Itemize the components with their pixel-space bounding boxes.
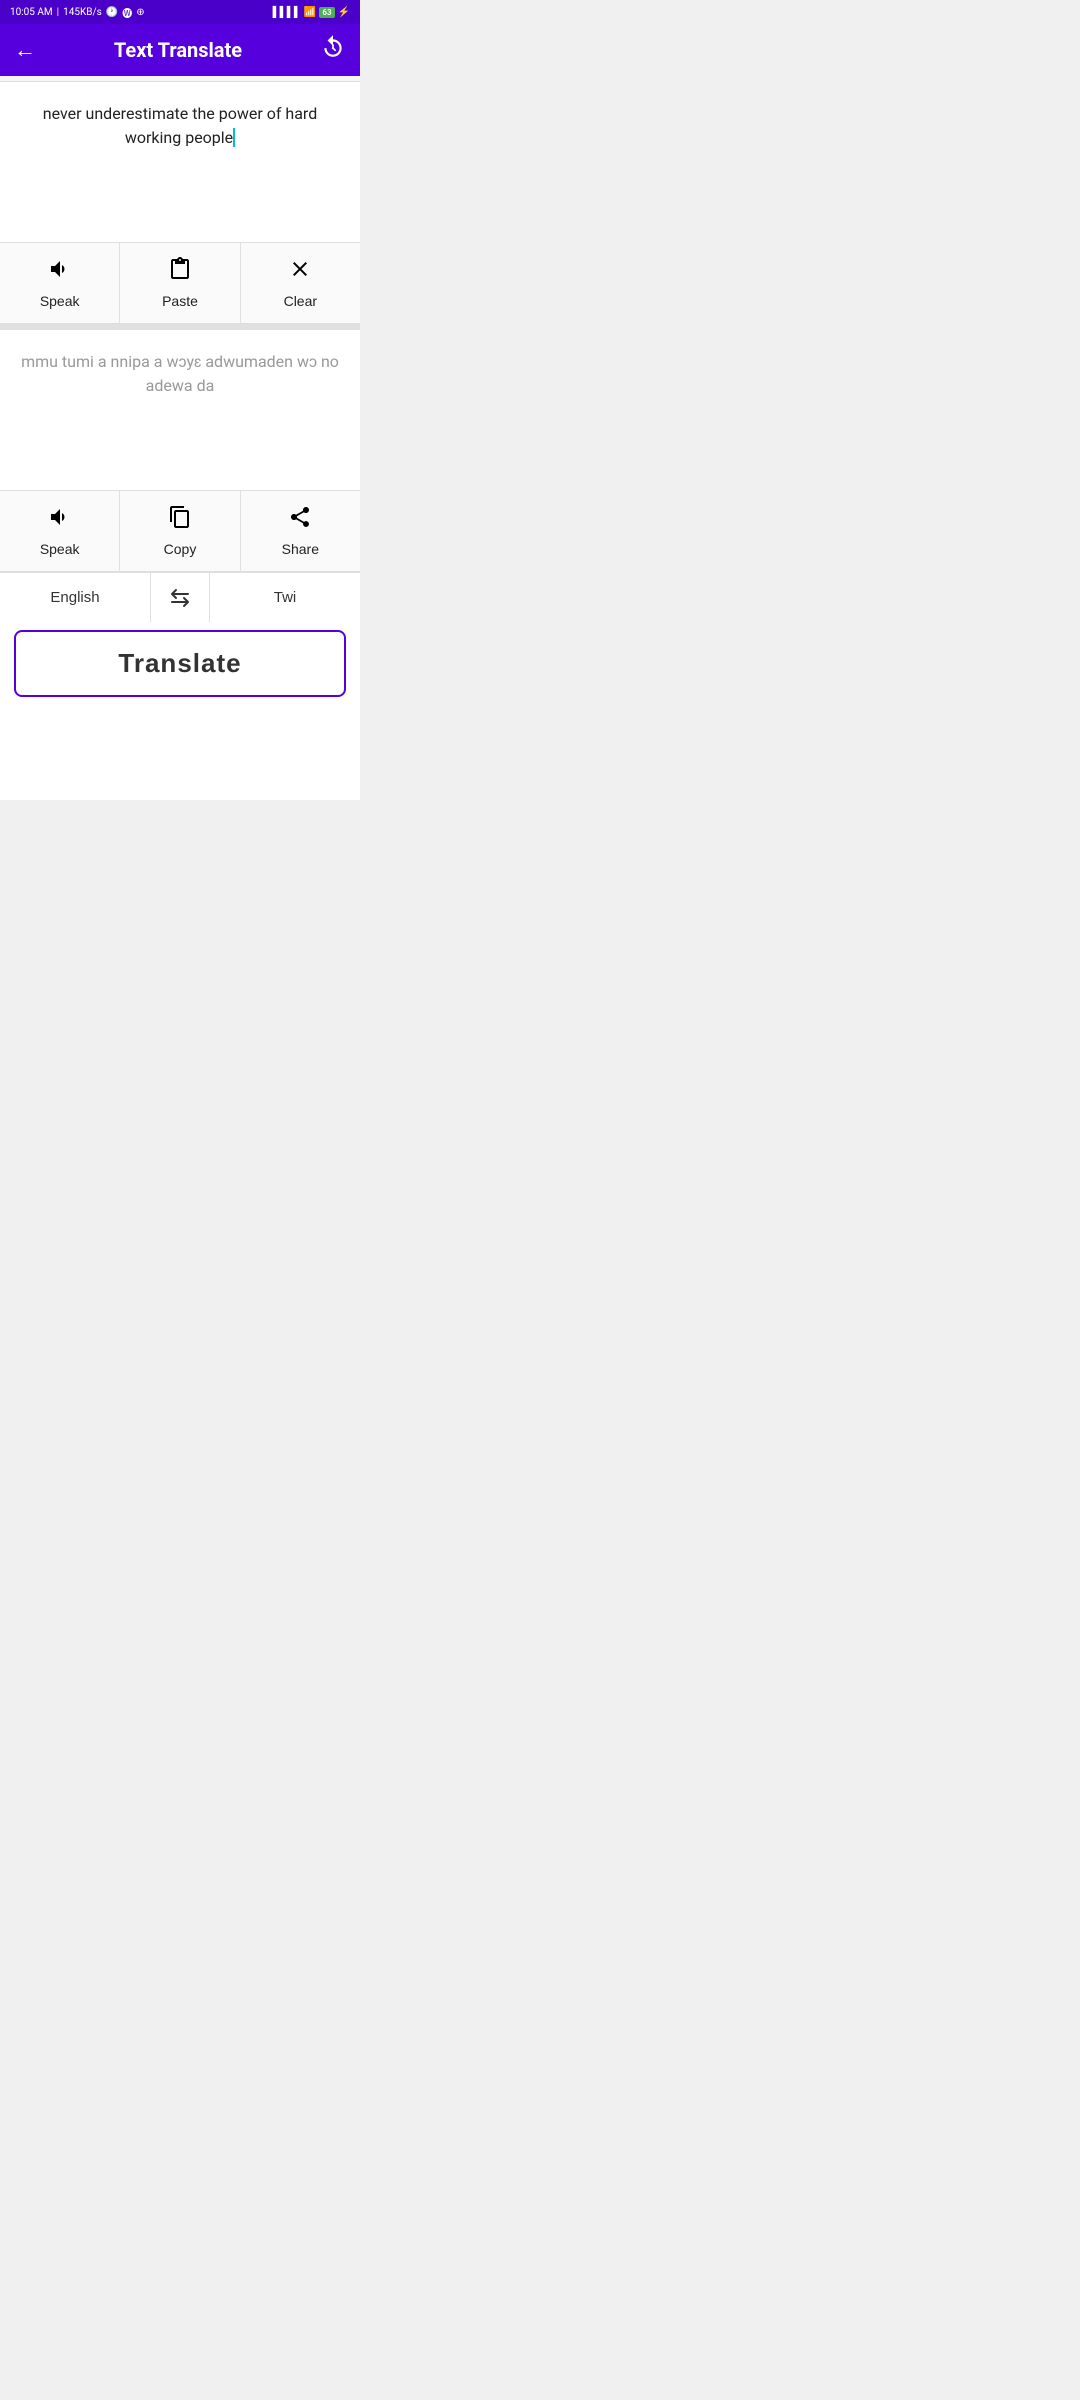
language-bar: English Twi	[0, 572, 360, 622]
paste-label: Paste	[162, 293, 198, 309]
share-icon	[288, 505, 312, 535]
target-language-label: Twi	[274, 589, 297, 606]
swap-languages-button[interactable]	[150, 573, 210, 622]
speak-target-button[interactable]: Speak	[0, 491, 120, 571]
speak-target-icon	[48, 505, 72, 535]
alarm-icon: 🕐	[106, 7, 118, 18]
charging-icon: ⚡	[338, 7, 350, 18]
copy-button[interactable]: Copy	[120, 491, 240, 571]
translate-button-label: Translate	[118, 648, 241, 678]
input-section: never underestimate the power of hard wo…	[0, 82, 360, 324]
source-language-button[interactable]: English	[0, 573, 150, 622]
speak-target-label: Speak	[40, 541, 80, 557]
paste-icon	[168, 257, 192, 287]
battery-level: 63	[319, 7, 334, 18]
speak-source-label: Speak	[40, 293, 80, 309]
source-language-label: English	[50, 589, 99, 606]
share-button[interactable]: Share	[241, 491, 360, 571]
source-text-area[interactable]: never underestimate the power of hard wo…	[0, 82, 360, 242]
output-section: mmu tumi a nnipa a wɔyɛ adwumaden wɔ no …	[0, 330, 360, 572]
status-time: 10:05 AM	[10, 7, 53, 18]
target-text-area: mmu tumi a nnipa a wɔyɛ adwumaden wɔ no …	[0, 330, 360, 490]
translate-btn-container: Translate	[0, 622, 360, 705]
output-action-buttons: Speak Copy Share	[0, 490, 360, 571]
status-data-speed: 145KB/s	[63, 7, 102, 18]
source-text: never underestimate the power of hard wo…	[43, 104, 317, 147]
history-button[interactable]	[320, 34, 346, 66]
copy-label: Copy	[164, 541, 197, 557]
text-cursor	[233, 128, 235, 147]
app-bar: ← Text Translate	[0, 24, 360, 76]
page-title: Text Translate	[114, 38, 242, 62]
signal-icon: ▌▌▌▌	[273, 7, 301, 18]
paste-button[interactable]: Paste	[120, 243, 240, 323]
copy-icon	[168, 505, 192, 535]
clear-icon	[288, 257, 312, 287]
whatsapp-icon: 🅦	[122, 5, 132, 20]
status-separator: |	[57, 7, 59, 18]
vpn-icon: ⊕	[136, 7, 144, 18]
main-content: never underestimate the power of hard wo…	[0, 76, 360, 800]
input-action-buttons: Speak Paste Clear	[0, 242, 360, 323]
status-bar: 10:05 AM | 145KB/s 🕐 🅦 ⊕ ▌▌▌▌ 📶 63 ⚡	[0, 0, 360, 24]
status-left: 10:05 AM | 145KB/s 🕐 🅦 ⊕	[10, 5, 145, 20]
translate-button[interactable]: Translate	[14, 630, 346, 697]
status-right: ▌▌▌▌ 📶 63 ⚡	[273, 7, 350, 18]
target-text: mmu tumi a nnipa a wɔyɛ adwumaden wɔ no …	[21, 352, 339, 395]
speak-source-icon	[48, 257, 72, 287]
speak-source-button[interactable]: Speak	[0, 243, 120, 323]
wifi-icon: 📶	[304, 7, 316, 18]
clear-button[interactable]: Clear	[241, 243, 360, 323]
clear-label: Clear	[284, 293, 317, 309]
back-button[interactable]: ←	[14, 37, 36, 63]
target-language-button[interactable]: Twi	[210, 573, 360, 622]
share-label: Share	[282, 541, 319, 557]
